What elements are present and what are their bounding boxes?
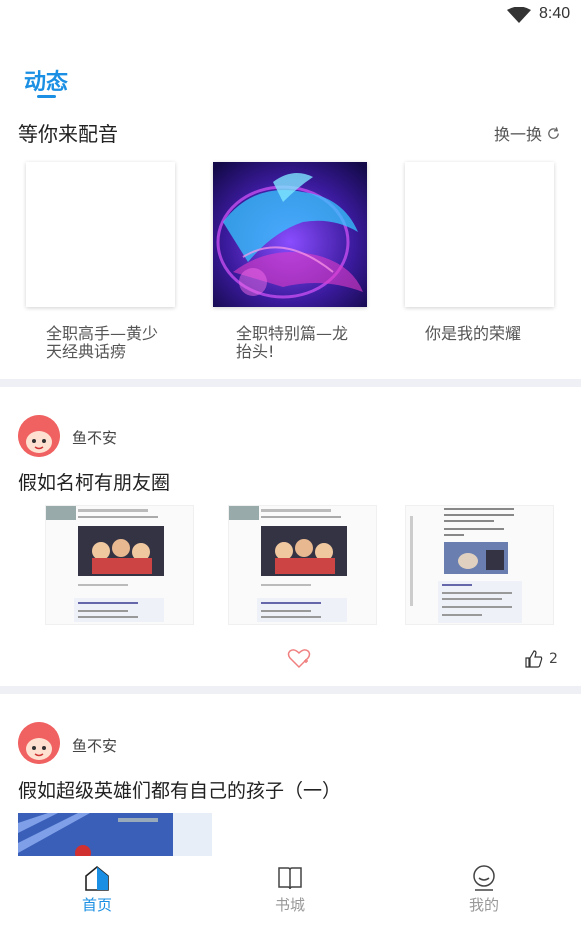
refresh-button[interactable]: 换一换: [494, 121, 561, 145]
status-time: 8:40: [539, 5, 571, 22]
dub-card[interactable]: 全职高手—黄少 天经典话痨: [26, 162, 183, 361]
dub-card-label: 全职高手—黄少 天经典话痨: [46, 324, 159, 361]
post-card[interactable]: 鱼不安 假如名柯有朋友圈 2: [0, 387, 581, 689]
wifi-icon: [507, 7, 531, 23]
dub-card-thumbnail[interactable]: [405, 162, 554, 307]
like-button[interactable]: 2: [525, 650, 558, 668]
post-card[interactable]: 鱼不安 假如超级英雄们都有自己的孩子（一）: [0, 694, 581, 856]
post-image[interactable]: [405, 505, 554, 625]
tab-dynamic[interactable]: 动态: [24, 64, 68, 96]
section-divider: [0, 686, 581, 694]
section-title: 等你来配音: [18, 122, 118, 146]
dub-card-label: 你是我的荣耀: [425, 324, 522, 343]
post-image[interactable]: [228, 505, 377, 625]
dub-card-thumbnail[interactable]: [26, 162, 175, 307]
tab-indicator: [37, 95, 56, 98]
username[interactable]: 鱼不安: [72, 735, 117, 756]
nav-item-home[interactable]: 首页: [57, 864, 137, 915]
thumbs-up-icon: [525, 650, 543, 668]
refresh-icon: [548, 126, 559, 139]
like-count: 2: [549, 651, 558, 667]
username[interactable]: 鱼不安: [72, 427, 117, 448]
post-title[interactable]: 假如超级英雄们都有自己的孩子（一）: [18, 776, 341, 803]
status-bar: 8:40: [0, 0, 581, 32]
section-divider: [0, 379, 581, 387]
refresh-label: 换一换: [494, 125, 543, 144]
dub-card[interactable]: 全职特别篇—龙 抬头!: [213, 162, 372, 361]
dub-card-label: 全职特别篇—龙 抬头!: [236, 324, 349, 361]
home-icon: [85, 865, 109, 891]
post-image[interactable]: [18, 813, 212, 856]
dub-card-thumbnail[interactable]: [213, 162, 367, 307]
profile-icon: [473, 865, 495, 891]
nav-item-bookstore[interactable]: 书城: [250, 864, 330, 915]
post-title[interactable]: 假如名柯有朋友圈: [18, 468, 170, 495]
book-icon: [278, 867, 302, 890]
bottom-nav: 首页 书城 我的: [0, 856, 581, 929]
dub-card[interactable]: 你是我的荣耀: [405, 162, 562, 343]
favorite-heart-icon[interactable]: [287, 647, 311, 669]
avatar[interactable]: [18, 722, 60, 764]
dragon-artwork-image: [213, 162, 367, 307]
nav-item-mine[interactable]: 我的: [444, 864, 524, 915]
avatar[interactable]: [18, 415, 60, 457]
post-image[interactable]: [45, 505, 194, 625]
